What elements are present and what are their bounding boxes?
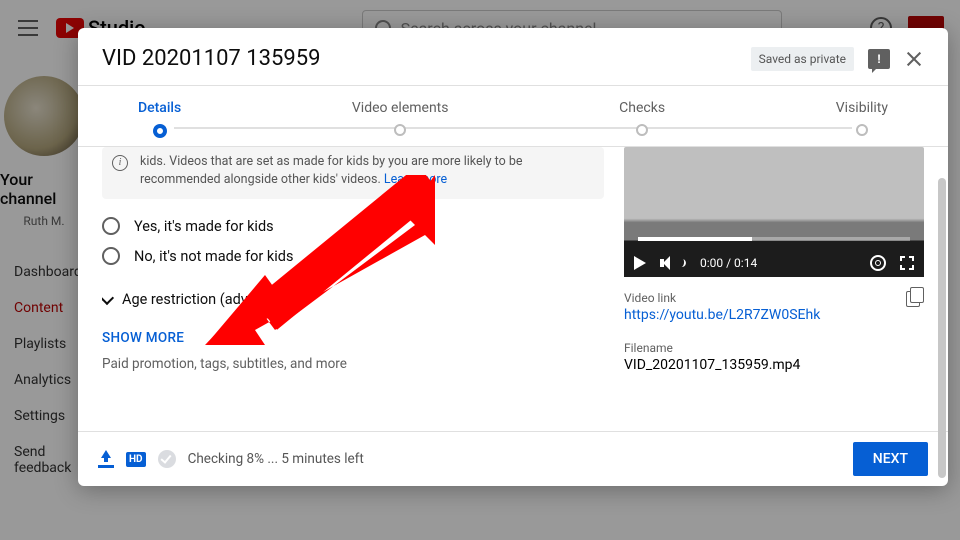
player-time: 0:00 / 0:14 bbox=[700, 256, 757, 270]
radio-label: Yes, it's made for kids bbox=[134, 218, 274, 235]
step-checks[interactable]: Checks bbox=[619, 100, 665, 138]
channel-title: Your channel bbox=[0, 170, 88, 208]
upload-icon bbox=[98, 450, 114, 468]
filename-row: Filename VID_20201107_135959.mp4 bbox=[624, 341, 924, 373]
preview-column: 0:00 / 0:14 Video link https://youtu.be/… bbox=[624, 147, 924, 431]
step-visibility[interactable]: Visibility bbox=[836, 100, 888, 138]
player-progress[interactable] bbox=[638, 237, 910, 241]
next-button[interactable]: NEXT bbox=[853, 442, 928, 476]
copy-icon[interactable] bbox=[906, 291, 924, 309]
sidebar: Your channel Ruth M. Dashboard Content P… bbox=[0, 56, 88, 486]
video-player[interactable]: 0:00 / 0:14 bbox=[624, 147, 924, 277]
radio-no-kids[interactable]: No, it's not made for kids bbox=[102, 247, 604, 265]
video-link-value[interactable]: https://youtu.be/L2R7ZW0SEhk bbox=[624, 307, 820, 323]
accordion-label: Age restriction (advanced) bbox=[122, 291, 292, 308]
sidebar-item-settings[interactable]: Settings bbox=[0, 398, 88, 434]
avatar[interactable] bbox=[4, 76, 84, 156]
chevron-down-icon bbox=[102, 291, 114, 305]
step-label: Details bbox=[138, 100, 181, 116]
dialog-title: VID 20201107 135959 bbox=[102, 46, 320, 71]
radio-icon bbox=[102, 217, 120, 235]
video-link-label: Video link bbox=[624, 291, 820, 305]
dialog-header: VID 20201107 135959 Saved as private ! bbox=[78, 28, 948, 85]
details-column: i kids. Videos that are set as made for … bbox=[102, 147, 624, 431]
filename-value: VID_20201107_135959.mp4 bbox=[624, 357, 800, 373]
radio-icon bbox=[102, 247, 120, 265]
info-text: kids. Videos that are set as made for ki… bbox=[140, 154, 523, 187]
dialog-footer: HD Checking 8% ... 5 minutes left NEXT bbox=[78, 431, 948, 486]
sidebar-item-dashboard[interactable]: Dashboard bbox=[0, 254, 88, 290]
radio-yes-kids[interactable]: Yes, it's made for kids bbox=[102, 217, 604, 235]
close-icon[interactable] bbox=[904, 49, 924, 69]
step-dot-icon bbox=[153, 124, 167, 138]
sidebar-item-feedback[interactable]: Send feedback bbox=[0, 434, 88, 486]
info-icon: i bbox=[112, 155, 128, 171]
check-icon bbox=[158, 450, 176, 468]
kids-info-box: i kids. Videos that are set as made for … bbox=[102, 147, 604, 199]
filename-label: Filename bbox=[624, 341, 800, 355]
hd-badge: HD bbox=[126, 452, 146, 467]
step-dot-icon bbox=[394, 124, 406, 136]
stepper-track bbox=[174, 127, 852, 129]
upload-dialog: VID 20201107 135959 Saved as private ! D… bbox=[78, 28, 948, 486]
sidebar-item-content[interactable]: Content bbox=[0, 290, 88, 326]
step-dot-icon bbox=[856, 124, 868, 136]
step-details[interactable]: Details bbox=[138, 100, 181, 138]
fullscreen-icon[interactable] bbox=[900, 256, 914, 270]
sidebar-item-analytics[interactable]: Analytics bbox=[0, 362, 88, 398]
channel-sub: Ruth M. bbox=[23, 214, 64, 228]
save-status-badge: Saved as private bbox=[751, 47, 854, 71]
upload-status: Checking 8% ... 5 minutes left bbox=[188, 451, 364, 467]
scrollbar[interactable] bbox=[938, 178, 946, 478]
sidebar-item-playlists[interactable]: Playlists bbox=[0, 326, 88, 362]
play-icon[interactable] bbox=[634, 256, 646, 270]
step-dot-icon bbox=[636, 124, 648, 136]
player-controls: 0:00 / 0:14 bbox=[634, 255, 914, 271]
step-label: Video elements bbox=[352, 100, 449, 116]
video-link-row: Video link https://youtu.be/L2R7ZW0SEhk bbox=[624, 291, 924, 323]
volume-icon[interactable] bbox=[660, 256, 674, 270]
gear-icon[interactable] bbox=[870, 255, 886, 271]
learn-more-link[interactable]: Learn more bbox=[384, 172, 447, 187]
step-video-elements[interactable]: Video elements bbox=[352, 100, 449, 138]
dialog-body: i kids. Videos that are set as made for … bbox=[78, 147, 948, 431]
hamburger-icon[interactable] bbox=[16, 16, 40, 40]
volume-arc-icon bbox=[677, 258, 686, 267]
step-label: Visibility bbox=[836, 100, 888, 116]
radio-label: No, it's not made for kids bbox=[134, 248, 293, 265]
stepper: Details Video elements Checks Visibility bbox=[78, 85, 948, 147]
feedback-icon[interactable]: ! bbox=[868, 49, 890, 69]
show-more-button[interactable]: SHOW MORE bbox=[102, 330, 604, 346]
age-restriction-accordion[interactable]: Age restriction (advanced) bbox=[102, 291, 604, 308]
step-label: Checks bbox=[619, 100, 665, 116]
show-more-subtitle: Paid promotion, tags, subtitles, and mor… bbox=[102, 356, 604, 372]
